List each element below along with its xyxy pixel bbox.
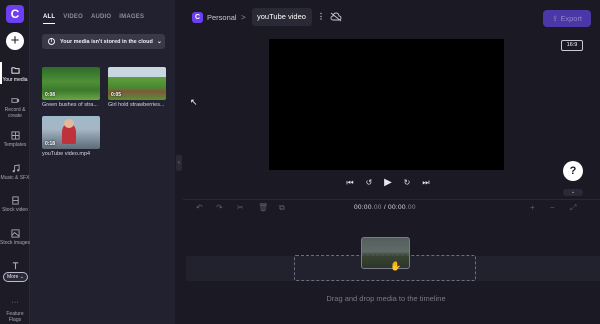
mouse-cursor-icon: ↖	[190, 97, 198, 107]
dragged-media-thumbnail	[361, 237, 410, 269]
image-icon	[10, 229, 20, 238]
rail-item-your-media[interactable]: Your media	[0, 62, 30, 84]
media-card[interactable]: 0:05 Girl hold strawberries...	[108, 67, 166, 108]
export-button[interactable]: ⇪ Export	[543, 10, 591, 27]
music-note-icon	[12, 164, 20, 173]
total-time: 00:00	[388, 204, 406, 211]
project-title-input[interactable]: youTube video	[252, 8, 312, 26]
more-label: More	[7, 274, 19, 280]
rail-item-record-create[interactable]: Record & create	[0, 96, 30, 119]
rail-item-label: Stock video	[2, 207, 28, 213]
text-icon	[12, 262, 18, 270]
rail-item-label: Templates	[3, 142, 27, 148]
redo-icon[interactable]: ↷	[216, 203, 223, 212]
skip-to-end-icon[interactable]: ⏭	[421, 178, 431, 188]
collapse-panel-handle[interactable]: ‹	[176, 155, 182, 171]
media-panel: ALL VIDEO AUDIO IMAGES i Your media isn'…	[30, 0, 175, 324]
media-duration: 0:08	[45, 92, 56, 98]
breadcrumb-separator: >	[241, 13, 246, 22]
tab-audio[interactable]: AUDIO	[91, 14, 111, 24]
zoom-in-icon[interactable]: +	[530, 203, 535, 212]
zoom-out-icon[interactable]: −	[550, 203, 555, 212]
play-icon[interactable]: ▶	[383, 178, 393, 188]
add-clip-icon[interactable]: ⧉	[279, 203, 285, 213]
media-card[interactable]: 0:08 Green bushes of stra...	[42, 67, 100, 108]
rewind-5s-icon[interactable]: ↺	[364, 178, 374, 188]
cloud-storage-banner[interactable]: i Your media isn't stored in the cloud ⌄	[42, 34, 165, 49]
workspace-icon: C	[192, 12, 203, 23]
dots-icon: ···	[11, 299, 19, 306]
rail-item-stock-images[interactable]: Stock images	[0, 229, 30, 246]
current-time: 00:00	[354, 204, 372, 211]
chevron-down-icon[interactable]: ⌄	[563, 189, 583, 196]
trash-icon[interactable]: 🗑	[258, 203, 268, 212]
folder-icon	[10, 67, 20, 74]
tab-images[interactable]: IMAGES	[119, 14, 144, 24]
timeline-drop-message: Drag and drop media to the timeline	[326, 294, 446, 303]
rail-item-label: Feature Flags	[6, 311, 24, 323]
rail-item-templates[interactable]: Templates	[0, 131, 30, 148]
media-duration: 0:05	[111, 92, 122, 98]
chevron-down-icon: ⌄	[156, 39, 162, 45]
banner-text: Your media isn't stored in the cloud	[60, 38, 153, 45]
editor-app: C + Your media Record & create Templates…	[0, 0, 600, 324]
rail-item-stock-video[interactable]: Stock video	[0, 196, 30, 213]
media-name: youTube video.mp4	[42, 151, 91, 157]
workspace-breadcrumb[interactable]: Personal	[207, 13, 237, 22]
media-duration: 0:18	[45, 141, 56, 147]
add-media-button[interactable]: +	[6, 32, 24, 50]
more-options-icon[interactable]: ⋮	[317, 12, 325, 21]
current-frames: .00	[371, 204, 382, 211]
video-preview	[269, 39, 504, 170]
rail-item-music-sfx[interactable]: Music & SFX	[0, 164, 30, 181]
help-button[interactable]: ?	[563, 161, 583, 181]
media-name: Green bushes of stra...	[42, 102, 98, 108]
media-card[interactable]: 0:18 youTube video.mp4	[42, 116, 100, 157]
rail-item-label: Your media	[2, 77, 28, 83]
rail-item-label: Music & SFX	[0, 175, 30, 181]
media-name: Girl hold strawberries...	[108, 102, 165, 108]
export-label: Export	[560, 14, 583, 23]
undo-icon[interactable]: ↶	[196, 203, 203, 212]
rail-item-text[interactable]	[0, 261, 30, 272]
tab-video[interactable]: VIDEO	[63, 14, 83, 24]
aspect-ratio-button[interactable]: 16:9	[561, 40, 583, 51]
media-thumbnail: 0:18	[42, 116, 100, 149]
rail-item-label: Record & create	[4, 107, 26, 119]
video-camera-icon	[10, 98, 19, 103]
scissors-icon[interactable]: ✂	[237, 203, 244, 212]
left-rail: C + Your media Record & create Templates…	[0, 0, 30, 324]
playback-controls: ⏮ ↺ ▶ ↻ ⏭	[345, 178, 431, 188]
upload-icon: ⇪	[551, 14, 559, 23]
total-frames: .00	[405, 204, 416, 211]
forward-5s-icon[interactable]: ↻	[402, 178, 412, 188]
templates-grid-icon	[10, 131, 20, 140]
media-thumbnail: 0:05	[108, 67, 166, 100]
tab-all[interactable]: ALL	[43, 14, 56, 24]
skip-to-start-icon[interactable]: ⏮	[345, 178, 355, 188]
media-tabs: ALL VIDEO AUDIO IMAGES	[43, 14, 144, 24]
more-button[interactable]: More ⌄	[3, 272, 28, 282]
app-logo[interactable]: C	[6, 5, 24, 23]
grab-cursor-icon: ✋	[390, 261, 402, 271]
timecode: 00:00.00 / 00:00.00	[354, 204, 416, 211]
cloud-off-icon[interactable]	[330, 12, 342, 22]
film-icon	[11, 196, 19, 205]
rail-item-label: Stock images	[0, 240, 31, 246]
media-thumbnail: 0:08	[42, 67, 100, 100]
rail-item-feature-flags[interactable]: ··· Feature Flags	[0, 299, 30, 323]
info-icon: i	[48, 38, 55, 45]
fit-to-screen-icon[interactable]: ⤢	[570, 203, 576, 213]
